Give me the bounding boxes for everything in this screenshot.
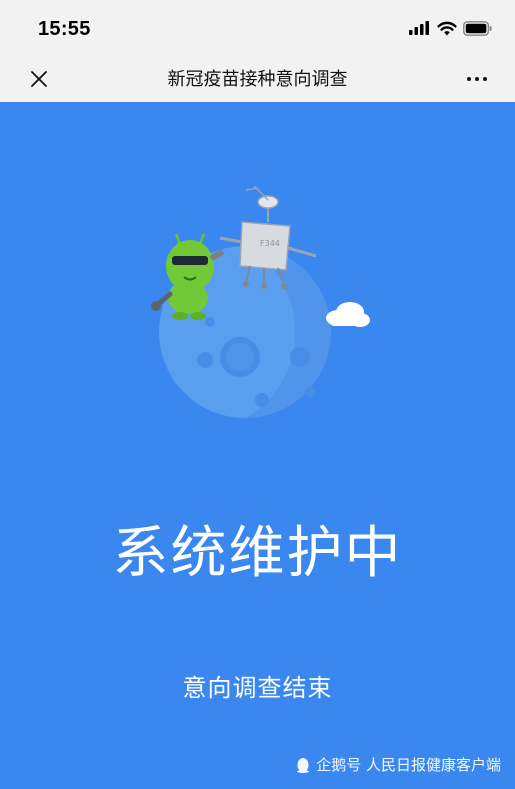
watermark-text: 企鹅号 人民日报健康客户端 [316, 756, 501, 774]
nav-bar: 新冠疫苗接种意向调查 [0, 56, 515, 102]
more-button[interactable] [459, 64, 495, 94]
more-icon-dot [467, 77, 471, 81]
penguin-icon [297, 757, 310, 773]
svg-text:F344: F344 [260, 239, 280, 248]
maintenance-title: 系统维护中 [112, 521, 403, 586]
more-icon-dot [475, 77, 479, 81]
app-window: 15:55 新冠疫苗接种意向调查 F344 系统维护中 意向调查结束 企鹅号 人… [0, 0, 515, 789]
wifi-icon [437, 21, 457, 35]
more-icon-dot [483, 77, 487, 81]
maintenance-subtitle: 意向调查结束 [182, 674, 333, 702]
maintenance-illustration: F344 [151, 185, 370, 418]
signal-icon [409, 21, 429, 35]
main-content: F344 系统维护中 意向调查结束 企鹅号 人民日报健康客户端 [0, 102, 515, 789]
watermark: 企鹅号 人民日报健康客户端 [296, 754, 501, 775]
page-title: 新冠疫苗接种意向调查 [167, 69, 348, 90]
status-icons [409, 20, 493, 36]
status-bar: 15:55 [0, 0, 515, 56]
cloud-icon [326, 302, 370, 327]
battery-icon [463, 20, 492, 36]
status-time: 15:55 [38, 18, 91, 40]
